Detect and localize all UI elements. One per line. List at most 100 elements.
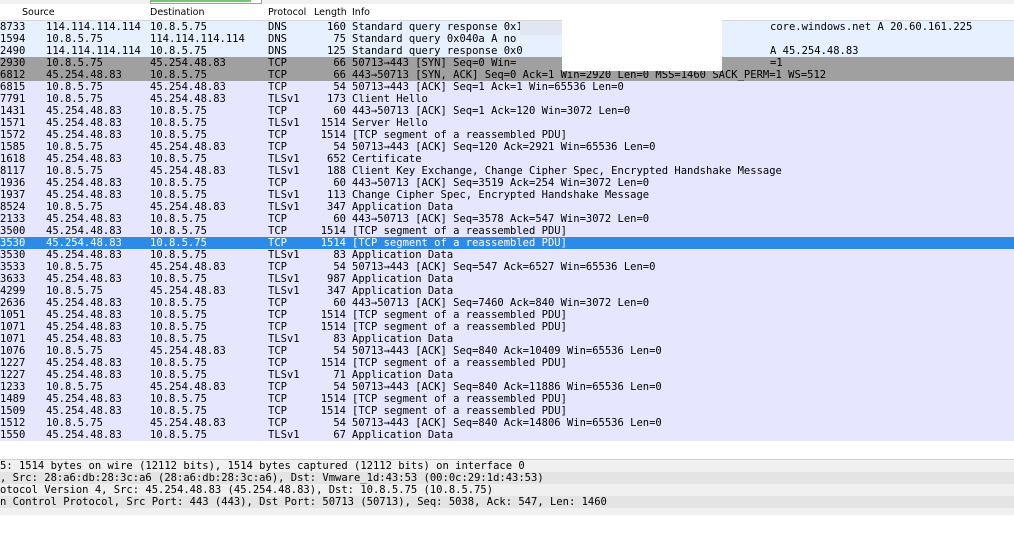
packet-protocol: TLSv1	[268, 429, 300, 441]
packet-row[interactable]: 1512 10.8.5.75 45.254.48.83 TCP 54 50713→443 …	[0, 417, 1014, 429]
packet-protocol: TCP	[268, 129, 287, 141]
packet-row[interactable]: 4299 10.8.5.75 45.254.48.83 TLSv1 347 Applica…	[0, 285, 1014, 297]
packet-row[interactable]: 2636 45.254.48.83 10.8.5.75 TCP 60 443→50713 …	[0, 297, 1014, 309]
packet-protocol: TLSv1	[268, 201, 300, 213]
packet-row[interactable]: 1571 45.254.48.83 10.8.5.75 TLSv1 1514 Server…	[0, 117, 1014, 129]
detail-ethernet[interactable]: , Src: 28:a6:db:28:3c:a6 (28:a6:db:28:3c…	[0, 472, 1014, 484]
filter-tab-stub[interactable]	[150, 0, 262, 4]
packet-row[interactable]: 3633 45.254.48.83 10.8.5.75 TLSv1 987 Applica…	[0, 273, 1014, 285]
packet-destination: 45.254.48.83	[150, 201, 226, 213]
packet-row[interactable]: 1618 45.254.48.83 10.8.5.75 TLSv1 652 Certifi…	[0, 153, 1014, 165]
packet-length: 1514	[320, 357, 346, 369]
packet-row[interactable]: 1227 45.254.48.83 10.8.5.75 TCP 1514 [TCP seg…	[0, 357, 1014, 369]
packet-protocol: TLSv1	[268, 165, 300, 177]
packet-destination: 10.8.5.75	[150, 321, 207, 333]
packet-row[interactable]: 7791 10.8.5.75 45.254.48.83 TLSv1 173 Client …	[0, 93, 1014, 105]
packet-row[interactable]: 8117 10.8.5.75 45.254.48.83 TLSv1 188 Client …	[0, 165, 1014, 177]
packet-row[interactable]: 8733 114.114.114.114 10.8.5.75 DNS 160 Standa…	[0, 21, 1014, 33]
packet-length: 54	[333, 345, 346, 357]
packet-row[interactable]: 1071 45.254.48.83 10.8.5.75 TCP 1514 [TCP seg…	[0, 321, 1014, 333]
packet-source: 45.254.48.83	[46, 321, 122, 333]
column-header-length[interactable]: Length	[314, 7, 347, 18]
column-header-info[interactable]: Info	[352, 7, 370, 18]
packet-protocol: TLSv1	[268, 189, 300, 201]
packet-protocol: TCP	[268, 141, 287, 153]
packet-info: [TCP segment of a reassembled PDU]	[352, 309, 567, 321]
packet-number: 1618	[0, 153, 26, 165]
packet-destination: 45.254.48.83	[150, 93, 226, 105]
packet-row[interactable]: 8524 10.8.5.75 45.254.48.83 TLSv1 347 Applica…	[0, 201, 1014, 213]
packet-length: 75	[333, 33, 346, 45]
packet-info: Application Data	[352, 429, 454, 441]
column-header-source[interactable]: Source	[22, 7, 55, 18]
packet-destination: 45.254.48.83	[150, 141, 226, 153]
filter-valid-indicator	[151, 0, 251, 2]
packet-info: Application Data	[352, 369, 454, 381]
packet-row[interactable]: 1051 45.254.48.83 10.8.5.75 TCP 1514 [TCP seg…	[0, 309, 1014, 321]
packet-row[interactable]: 1585 10.8.5.75 45.254.48.83 TCP 54 50713→443 …	[0, 141, 1014, 153]
packet-row[interactable]: 6812 45.254.48.83 10.8.5.75 TCP 66 443→50713 …	[0, 69, 1014, 81]
packet-source: 45.254.48.83	[46, 189, 122, 201]
toolbar-strip	[0, 0, 1014, 4]
packet-row[interactable]: 1550 45.254.48.83 10.8.5.75 TLSv1 67 Applicat…	[0, 429, 1014, 441]
packet-row[interactable]: 1071 45.254.48.83 10.8.5.75 TLSv1 83 Applicat…	[0, 333, 1014, 345]
packet-info: 50713→443 [ACK] Seq=120 Ack=2921 Win=655…	[352, 141, 656, 153]
packet-number: 6815	[0, 81, 26, 93]
packet-row[interactable]: 1572 45.254.48.83 10.8.5.75 TCP 1514 [TCP seg…	[0, 129, 1014, 141]
packet-info: 50713→443 [ACK] Seq=840 Ack=14806 Win=65…	[352, 417, 662, 429]
packet-length: 188	[327, 165, 346, 177]
packet-length: 1514	[320, 405, 346, 417]
redaction-block	[562, 18, 722, 71]
packet-row[interactable]: 2930 10.8.5.75 45.254.48.83 TCP 66 50713→443 …	[0, 57, 1014, 69]
column-header-destination[interactable]: Destination	[150, 7, 205, 18]
packet-row[interactable]: 2490 114.114.114.114 10.8.5.75 DNS 125 Standa…	[0, 45, 1014, 57]
packet-number: 2490	[0, 45, 26, 57]
packet-row[interactable]: 3533 10.8.5.75 45.254.48.83 TCP 54 50713→443 …	[0, 261, 1014, 273]
packet-row[interactable]: 2133 45.254.48.83 10.8.5.75 TCP 60 443→50713 …	[0, 213, 1014, 225]
packet-info-tail: =1	[770, 57, 783, 69]
packet-row[interactable]: 1594 10.8.5.75 114.114.114.114 DNS 75 Standar…	[0, 33, 1014, 45]
packet-row[interactable]: 1227 45.254.48.83 10.8.5.75 TLSv1 71 Applicat…	[0, 369, 1014, 381]
packet-length: 66	[333, 69, 346, 81]
packet-protocol: TLSv1	[268, 117, 300, 129]
column-header-protocol[interactable]: Protocol	[268, 7, 306, 18]
packet-row[interactable]: 6815 10.8.5.75 45.254.48.83 TCP 54 50713→443 …	[0, 81, 1014, 93]
packet-protocol: DNS	[268, 45, 287, 57]
packet-row[interactable]: 1489 45.254.48.83 10.8.5.75 TCP 1514 [TCP seg…	[0, 393, 1014, 405]
detail-ipv4[interactable]: otocol Version 4, Src: 45.254.48.83 (45.…	[0, 484, 1014, 496]
packet-source: 10.8.5.75	[46, 261, 103, 273]
packet-length: 160	[327, 21, 346, 33]
detail-tcp[interactable]: n Control Protocol, Src Port: 443 (443),…	[0, 496, 1014, 508]
packet-number: 1489	[0, 393, 26, 405]
packet-destination: 45.254.48.83	[150, 417, 226, 429]
packet-destination: 10.8.5.75	[150, 117, 207, 129]
packet-row[interactable]: 1076 10.8.5.75 45.254.48.83 TCP 54 50713→443 …	[0, 345, 1014, 357]
detail-frame[interactable]: 5: 1514 bytes on wire (12112 bits), 1514…	[0, 460, 1014, 472]
packet-row[interactable]: 3500 45.254.48.83 10.8.5.75 TCP 1514 [TCP seg…	[0, 225, 1014, 237]
packet-row[interactable]: 3530 45.254.48.83 10.8.5.75 TLSv1 83 Applicat…	[0, 249, 1014, 261]
packet-number: 1076	[0, 345, 26, 357]
packet-protocol: TCP	[268, 321, 287, 333]
packet-info: 50713→443 [ACK] Seq=1 Ack=1 Win=65536 Le…	[352, 81, 624, 93]
packet-info: [TCP segment of a reassembled PDU]	[352, 357, 567, 369]
packet-length: 54	[333, 417, 346, 429]
packet-destination: 10.8.5.75	[150, 189, 207, 201]
packet-number: 1233	[0, 381, 26, 393]
packet-destination: 10.8.5.75	[150, 45, 207, 57]
packet-number: 3533	[0, 261, 26, 273]
packet-row[interactable]: 1936 45.254.48.83 10.8.5.75 TCP 60 443→50713 …	[0, 177, 1014, 189]
packet-row-selected[interactable]: 3530 45.254.48.83 10.8.5.75 TCP 1514 [TCP seg…	[0, 237, 1014, 249]
packet-row[interactable]: 1431 45.254.48.83 10.8.5.75 TCP 60 443→50713 …	[0, 105, 1014, 117]
packet-destination: 45.254.48.83	[150, 81, 226, 93]
packet-row[interactable]: 1937 45.254.48.83 10.8.5.75 TLSv1 113 Change …	[0, 189, 1014, 201]
packet-number: 1512	[0, 417, 26, 429]
packet-number: 1051	[0, 309, 26, 321]
packet-row[interactable]: 1233 10.8.5.75 45.254.48.83 TCP 54 50713→443 …	[0, 381, 1014, 393]
packet-number: 2636	[0, 297, 26, 309]
packet-length: 1514	[320, 321, 346, 333]
packet-row[interactable]: 1509 45.254.48.83 10.8.5.75 TCP 1514 [TCP seg…	[0, 405, 1014, 417]
packet-length: 173	[327, 93, 346, 105]
packet-length: 71	[333, 369, 346, 381]
packet-length: 125	[327, 45, 346, 57]
packet-info: 50713→443 [ACK] Seq=547 Ack=6527 Win=655…	[352, 261, 656, 273]
